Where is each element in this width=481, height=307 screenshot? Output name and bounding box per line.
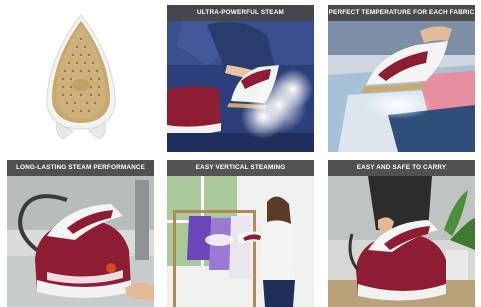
image-tile-perfect-temperature: PERFECT TEMPERATURE FOR EACH FABRIC (328, 5, 475, 152)
vertical-steaming-photo (167, 160, 314, 307)
tile-caption: PERFECT TEMPERATURE FOR EACH FABRIC (328, 5, 475, 21)
tile-caption: EASY VERTICAL STEAMING (167, 160, 314, 176)
tile-caption: LONG-LASTING STEAM PERFORMANCE (7, 160, 154, 176)
steam-iron-photo (167, 5, 314, 152)
soleplate-photo (7, 5, 154, 152)
tile-caption: ULTRA-POWERFUL STEAM (167, 5, 314, 21)
image-tile-long-lasting-steam: LONG-LASTING STEAM PERFORMANCE (7, 160, 154, 307)
image-tile-ultra-powerful-steam: ULTRA-POWERFUL STEAM (167, 5, 314, 152)
image-tile-easy-to-carry: EASY AND SAFE TO CARRY (328, 160, 475, 307)
iron-on-fabric-photo (328, 5, 475, 152)
steam-station-photo (7, 160, 154, 307)
tile-caption: EASY AND SAFE TO CARRY (328, 160, 475, 176)
image-tile-soleplate (7, 5, 154, 152)
carrying-station-photo (328, 160, 475, 307)
image-tile-vertical-steaming: EASY VERTICAL STEAMING (167, 160, 314, 307)
